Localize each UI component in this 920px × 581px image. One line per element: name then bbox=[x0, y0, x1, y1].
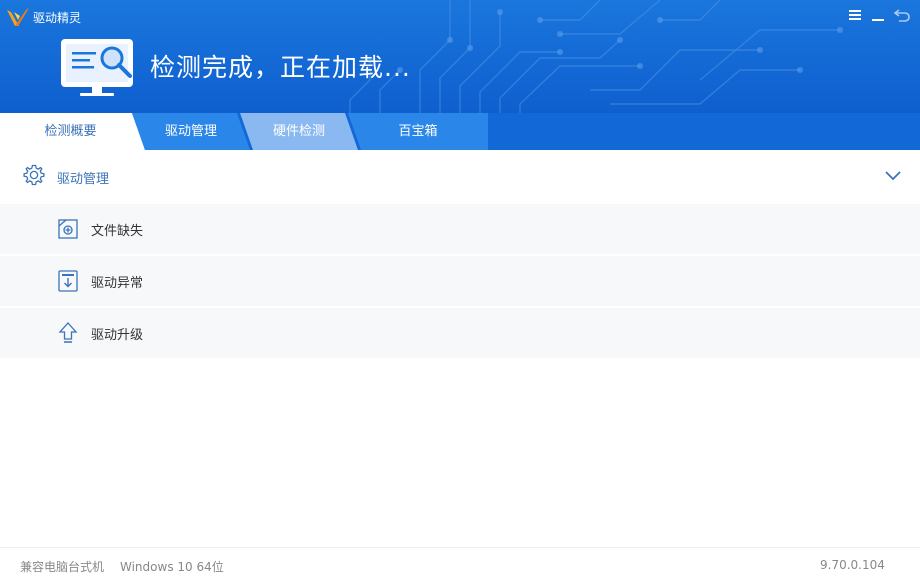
minimize-icon[interactable] bbox=[869, 6, 887, 24]
list-item-driver-error[interactable]: 驱动异常 bbox=[0, 256, 920, 306]
tab-hardware-check[interactable]: 硬件检测 bbox=[240, 113, 358, 150]
chevron-down-icon[interactable] bbox=[884, 170, 902, 182]
driver-error-icon bbox=[58, 270, 78, 292]
main-tabbar: 检测概要 驱动管理 硬件检测 百宝箱 bbox=[0, 113, 920, 150]
tab-driver-manage[interactable]: 驱动管理 bbox=[132, 113, 250, 150]
file-missing-icon bbox=[58, 219, 78, 239]
app-version-text: 9.70.0.104 bbox=[820, 558, 885, 572]
list-item-label: 文件缺失 bbox=[91, 224, 144, 239]
app-header: 驱动精灵 检测完成，正在加载... bbox=[0, 0, 920, 113]
list-item-label: 驱动异常 bbox=[91, 276, 144, 291]
os-version-text: Windows 10 64位 bbox=[120, 560, 224, 574]
driver-manage-section-header[interactable]: 驱动管理 bbox=[0, 150, 920, 202]
tab-overview[interactable]: 检测概要 bbox=[0, 113, 145, 150]
list-item-label: 驱动升级 bbox=[91, 328, 144, 343]
restore-back-icon[interactable] bbox=[893, 6, 911, 24]
tab-toolbox-label: 百宝箱 bbox=[398, 124, 438, 139]
list-item-driver-upgrade[interactable]: 驱动升级 bbox=[0, 308, 920, 358]
circuit-background bbox=[349, 0, 843, 113]
gear-icon bbox=[23, 164, 45, 186]
tab-overview-label: 检测概要 bbox=[44, 124, 97, 139]
tab-driver-manage-label: 驱动管理 bbox=[164, 124, 217, 139]
app-title: 驱动精灵 bbox=[33, 11, 82, 25]
app-logo-icon bbox=[7, 8, 29, 26]
scan-status-text: 检测完成，正在加载... bbox=[150, 53, 411, 82]
upgrade-arrow-icon bbox=[58, 322, 78, 343]
monitor-scan-icon bbox=[61, 39, 133, 96]
machine-type-text: 兼容电脑台式机 bbox=[20, 560, 105, 574]
tab-toolbox[interactable]: 百宝箱 bbox=[348, 113, 488, 150]
section-title: 驱动管理 bbox=[57, 172, 110, 187]
list-item-file-missing[interactable]: 文件缺失 bbox=[0, 204, 920, 254]
status-footer: 兼容电脑台式机 Windows 10 64位 9.70.0.104 bbox=[0, 547, 920, 581]
menu-icon[interactable] bbox=[846, 6, 864, 24]
tab-hardware-check-label: 硬件检测 bbox=[272, 124, 325, 139]
